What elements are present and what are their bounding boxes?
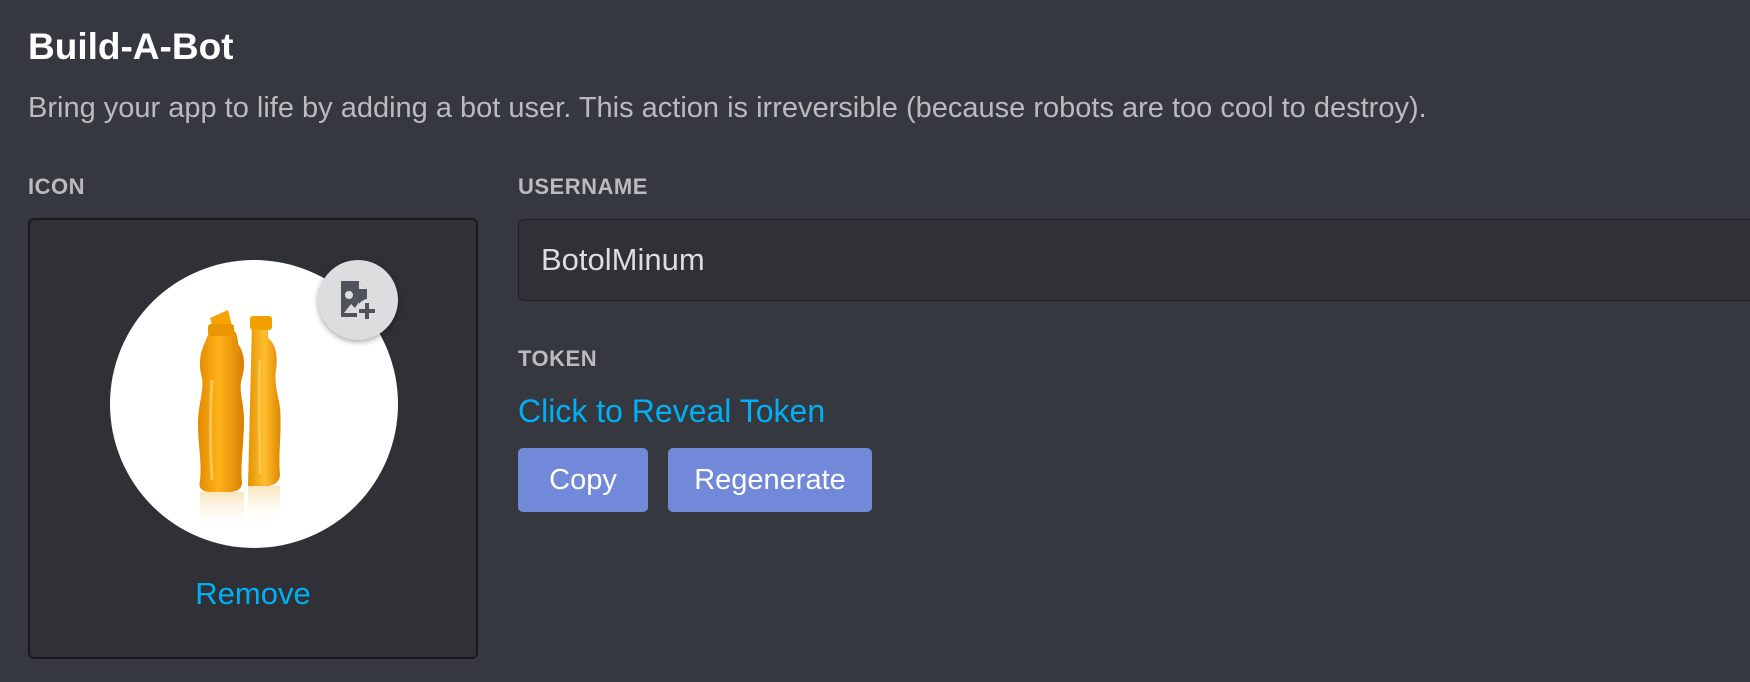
regenerate-token-button[interactable]: Regenerate	[668, 448, 872, 512]
icon-panel: Remove	[28, 218, 478, 659]
page-description: Bring your app to life by adding a bot u…	[28, 92, 1427, 124]
page-title: Build-A-Bot	[28, 26, 234, 67]
username-input[interactable]	[518, 219, 1750, 301]
token-section-label: TOKEN	[518, 346, 598, 371]
icon-section-label: ICON	[28, 174, 85, 199]
remove-icon-link[interactable]: Remove	[30, 576, 476, 612]
reveal-token-link[interactable]: Click to Reveal Token	[518, 393, 825, 430]
upload-image-button[interactable]	[318, 260, 398, 340]
copy-token-button[interactable]: Copy	[518, 448, 648, 512]
username-section-label: USERNAME	[518, 174, 648, 199]
image-add-icon	[341, 281, 375, 319]
